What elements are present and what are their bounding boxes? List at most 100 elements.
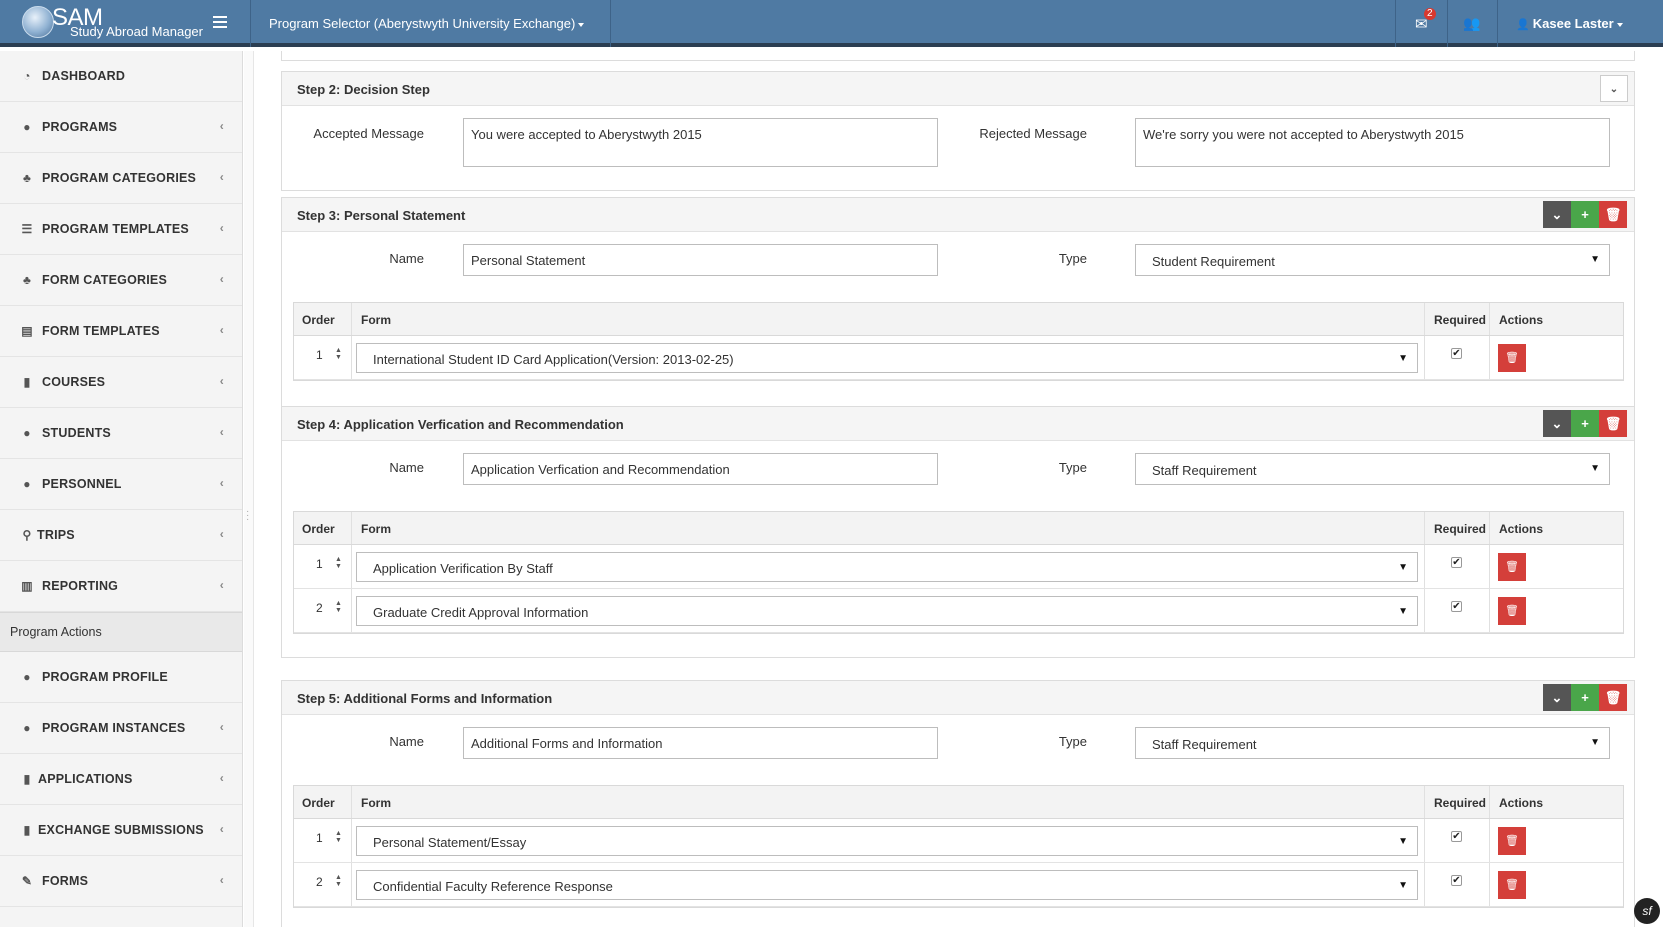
delete-row-button[interactable]: 🗑 [1498, 344, 1526, 372]
step-type-select[interactable]: Staff Requirement ▼ [1135, 727, 1610, 759]
form-select-value: International Student ID Card Applicatio… [373, 352, 734, 367]
sidebar-item-program-profile[interactable]: ● PROGRAM PROFILE [0, 652, 242, 703]
collapse-button[interactable]: ⌄ [1600, 75, 1628, 102]
sidebar-item-courses[interactable]: ▮ COURSES ‹ [0, 357, 242, 408]
collapse-button[interactable]: ⌄ [1543, 201, 1571, 228]
add-form-button[interactable]: + [1571, 684, 1599, 711]
order-stepper[interactable]: ▲ ▼ [335, 347, 342, 361]
order-stepper[interactable]: ▲ ▼ [335, 830, 342, 844]
symfony-toolbar-icon[interactable]: sf [1634, 898, 1660, 924]
step-name-input[interactable]: Personal Statement [463, 244, 938, 276]
step-type-select[interactable]: Staff Requirement ▼ [1135, 453, 1610, 485]
sidebar-item-program-instances[interactable]: ● PROGRAM INSTANCES ‹ [0, 703, 242, 754]
sidebar-item-trips[interactable]: ⚲ TRIPS ‹ [0, 510, 242, 561]
plus-icon: + [1581, 416, 1589, 431]
sidebar-item-label: APPLICATIONS [38, 772, 133, 786]
form-column-header: Form [361, 313, 391, 327]
sidebar-item-students[interactable]: ● STUDENTS ‹ [0, 408, 242, 459]
sidebar-item-reporting[interactable]: ▥ REPORTING ‹ [0, 561, 242, 612]
hamburger-menu-icon[interactable] [213, 16, 227, 28]
program-selector-label: Program Selector (Aberystwyth University… [269, 16, 576, 31]
form-select[interactable]: International Student ID Card Applicatio… [356, 343, 1418, 373]
users-icon[interactable]: 👥 [1463, 15, 1480, 32]
form-select[interactable]: Application Verification By Staff ▼ [356, 552, 1418, 582]
globe-logo-icon [22, 6, 54, 38]
step4-title: Step 4: Application Verfication and Reco… [297, 417, 624, 432]
user-menu-dropdown[interactable]: 👤 Kasee Laster [1516, 16, 1623, 31]
sidebar-item-form-categories[interactable]: ♣ FORM CATEGORIES ‹ [0, 255, 242, 306]
collapse-button[interactable]: ⌄ [1543, 684, 1571, 711]
globe-icon: ● [23, 120, 31, 134]
chevron-left-icon: ‹ [219, 170, 224, 184]
sitemap-icon: ♣ [22, 273, 32, 287]
delete-row-button[interactable]: 🗑 [1498, 827, 1526, 855]
main-content: Step 2: Decision Step ⌄ Accepted Message… [255, 51, 1663, 927]
form-select-value: Confidential Faculty Reference Response [373, 879, 613, 894]
sidebar-item-label: COURSES [42, 375, 106, 389]
chevron-left-icon: ‹ [219, 873, 224, 887]
sidebar-item-label: PERSONNEL [42, 477, 122, 491]
bar-chart-icon: ▥ [21, 579, 33, 593]
step3-panel-header: Step 3: Personal Statement ⌄ + 🗑 [282, 198, 1634, 232]
sidebar-item-programs[interactable]: ● PROGRAMS ‹ [0, 102, 242, 153]
step5-panel-header: Step 5: Additional Forms and Information… [282, 681, 1634, 715]
sidebar-item-dashboard[interactable]: ◔ DASHBOARD [0, 51, 242, 102]
caret-down-icon: ▼ [1398, 606, 1408, 617]
sidebar-item-personnel[interactable]: ● PERSONNEL ‹ [0, 459, 242, 510]
chevron-down-icon: ⌄ [1551, 207, 1563, 222]
navbar-divider [1497, 0, 1498, 47]
program-actions-heading: Program Actions [0, 612, 242, 652]
order-stepper[interactable]: ▲ ▼ [335, 874, 342, 888]
delete-row-button[interactable]: 🗑 [1498, 871, 1526, 899]
step-name-input[interactable]: Additional Forms and Information [463, 727, 938, 759]
delete-row-button[interactable]: 🗑 [1498, 597, 1526, 625]
order-stepper[interactable]: ▲ ▼ [335, 600, 342, 614]
step-name-input[interactable]: Application Verfication and Recommendati… [463, 453, 938, 485]
add-form-button[interactable]: + [1571, 201, 1599, 228]
required-checkbox[interactable]: ✔ [1451, 831, 1462, 842]
sidebar-item-program-categories[interactable]: ♣ PROGRAM CATEGORIES ‹ [0, 153, 242, 204]
dashboard-icon: ◔ [23, 69, 31, 83]
order-stepper[interactable]: ▲ ▼ [335, 556, 342, 570]
step-type-select[interactable]: Student Requirement ▼ [1135, 244, 1610, 276]
form-select[interactable]: Graduate Credit Approval Information ▼ [356, 596, 1418, 626]
chevron-left-icon: ‹ [219, 323, 224, 337]
accepted-message-textarea[interactable]: You were accepted to Aberystwyth 2015 [463, 118, 938, 167]
delete-row-button[interactable]: 🗑 [1498, 553, 1526, 581]
required-checkbox[interactable]: ✔ [1451, 348, 1462, 359]
caret-down-icon: ▼ [1398, 880, 1408, 891]
order-value: 1 [316, 348, 323, 362]
sidebar-splitter[interactable] [244, 51, 254, 927]
list-alt-icon: ▤ [21, 324, 33, 338]
sidebar-item-exchange-submissions[interactable]: ▮ EXCHANGE SUBMISSIONS ‹ [0, 805, 242, 856]
form-select[interactable]: Confidential Faculty Reference Response ▼ [356, 870, 1418, 900]
chevron-left-icon: ‹ [219, 374, 224, 388]
delete-step-button[interactable]: 🗑 [1599, 410, 1627, 437]
sidebar-item-program-templates[interactable]: ☰ PROGRAM TEMPLATES ‹ [0, 204, 242, 255]
required-checkbox[interactable]: ✔ [1451, 557, 1462, 568]
sidebar-item-form-templates[interactable]: ▤ FORM TEMPLATES ‹ [0, 306, 242, 357]
chevron-left-icon: ‹ [219, 425, 224, 439]
trash-icon: 🗑 [1604, 690, 1622, 705]
caret-down-icon: ▼ [1590, 737, 1600, 748]
collapse-button[interactable]: ⌄ [1543, 410, 1571, 437]
add-form-button[interactable]: + [1571, 410, 1599, 437]
step5-title: Step 5: Additional Forms and Information [297, 691, 553, 706]
delete-step-button[interactable]: 🗑 [1599, 201, 1627, 228]
required-checkbox[interactable]: ✔ [1451, 601, 1462, 612]
program-selector-dropdown[interactable]: Program Selector (Aberystwyth University… [269, 16, 585, 31]
edit-icon: ✎ [21, 874, 33, 888]
required-checkbox[interactable]: ✔ [1451, 875, 1462, 886]
delete-step-button[interactable]: 🗑 [1599, 684, 1627, 711]
order-value: 2 [316, 875, 323, 889]
sidebar-item-applications[interactable]: ▮ APPLICATIONS ‹ [0, 754, 242, 805]
table-row: 2 ▲ ▼ Graduate Credit Approval Informatio… [294, 589, 1623, 633]
rejected-message-textarea[interactable]: We're sorry you were not accepted to Abe… [1135, 118, 1610, 167]
chevron-left-icon: ‹ [219, 527, 224, 541]
form-select-value: Personal Statement/Essay [373, 835, 527, 850]
form-select[interactable]: Personal Statement/Essay ▼ [356, 826, 1418, 856]
step3-title: Step 3: Personal Statement [297, 208, 466, 223]
trash-icon: 🗑 [1604, 416, 1622, 431]
chevron-left-icon: ‹ [219, 822, 224, 836]
sidebar-item-forms[interactable]: ✎ FORMS ‹ [0, 856, 242, 907]
